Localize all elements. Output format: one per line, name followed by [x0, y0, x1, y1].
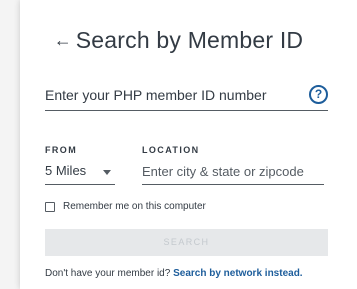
search-by-network-link[interactable]: Search by network instead.	[173, 268, 303, 279]
distance-selected-value: 5 Miles	[45, 163, 87, 178]
location-field	[142, 160, 324, 185]
member-search-card: ← Search by Member ID ? FROM LOCATION 5 …	[20, 0, 357, 289]
member-id-input[interactable]	[45, 82, 300, 108]
remember-me-label[interactable]: Remember me on this computer	[63, 201, 206, 212]
chevron-down-icon	[103, 170, 111, 175]
remember-me-checkbox[interactable]	[45, 201, 55, 212]
remember-me-row: Remember me on this computer	[45, 201, 206, 212]
page-title: Search by Member ID	[75, 26, 304, 53]
network-prompt-text: Don't have your member id?	[45, 268, 174, 279]
location-input[interactable]	[142, 160, 322, 182]
title-row: ← Search by Member ID	[20, 24, 337, 56]
location-label: LOCATION	[142, 145, 200, 155]
distance-select[interactable]: 5 Miles	[45, 160, 115, 185]
network-search-prompt: Don't have your member id? Search by net…	[45, 268, 303, 279]
from-label: FROM	[45, 145, 78, 155]
search-button[interactable]: SEARCH	[45, 229, 328, 256]
member-id-field: ?	[45, 82, 328, 111]
help-icon[interactable]: ?	[309, 85, 328, 104]
back-arrow-icon[interactable]: ←	[54, 31, 72, 49]
